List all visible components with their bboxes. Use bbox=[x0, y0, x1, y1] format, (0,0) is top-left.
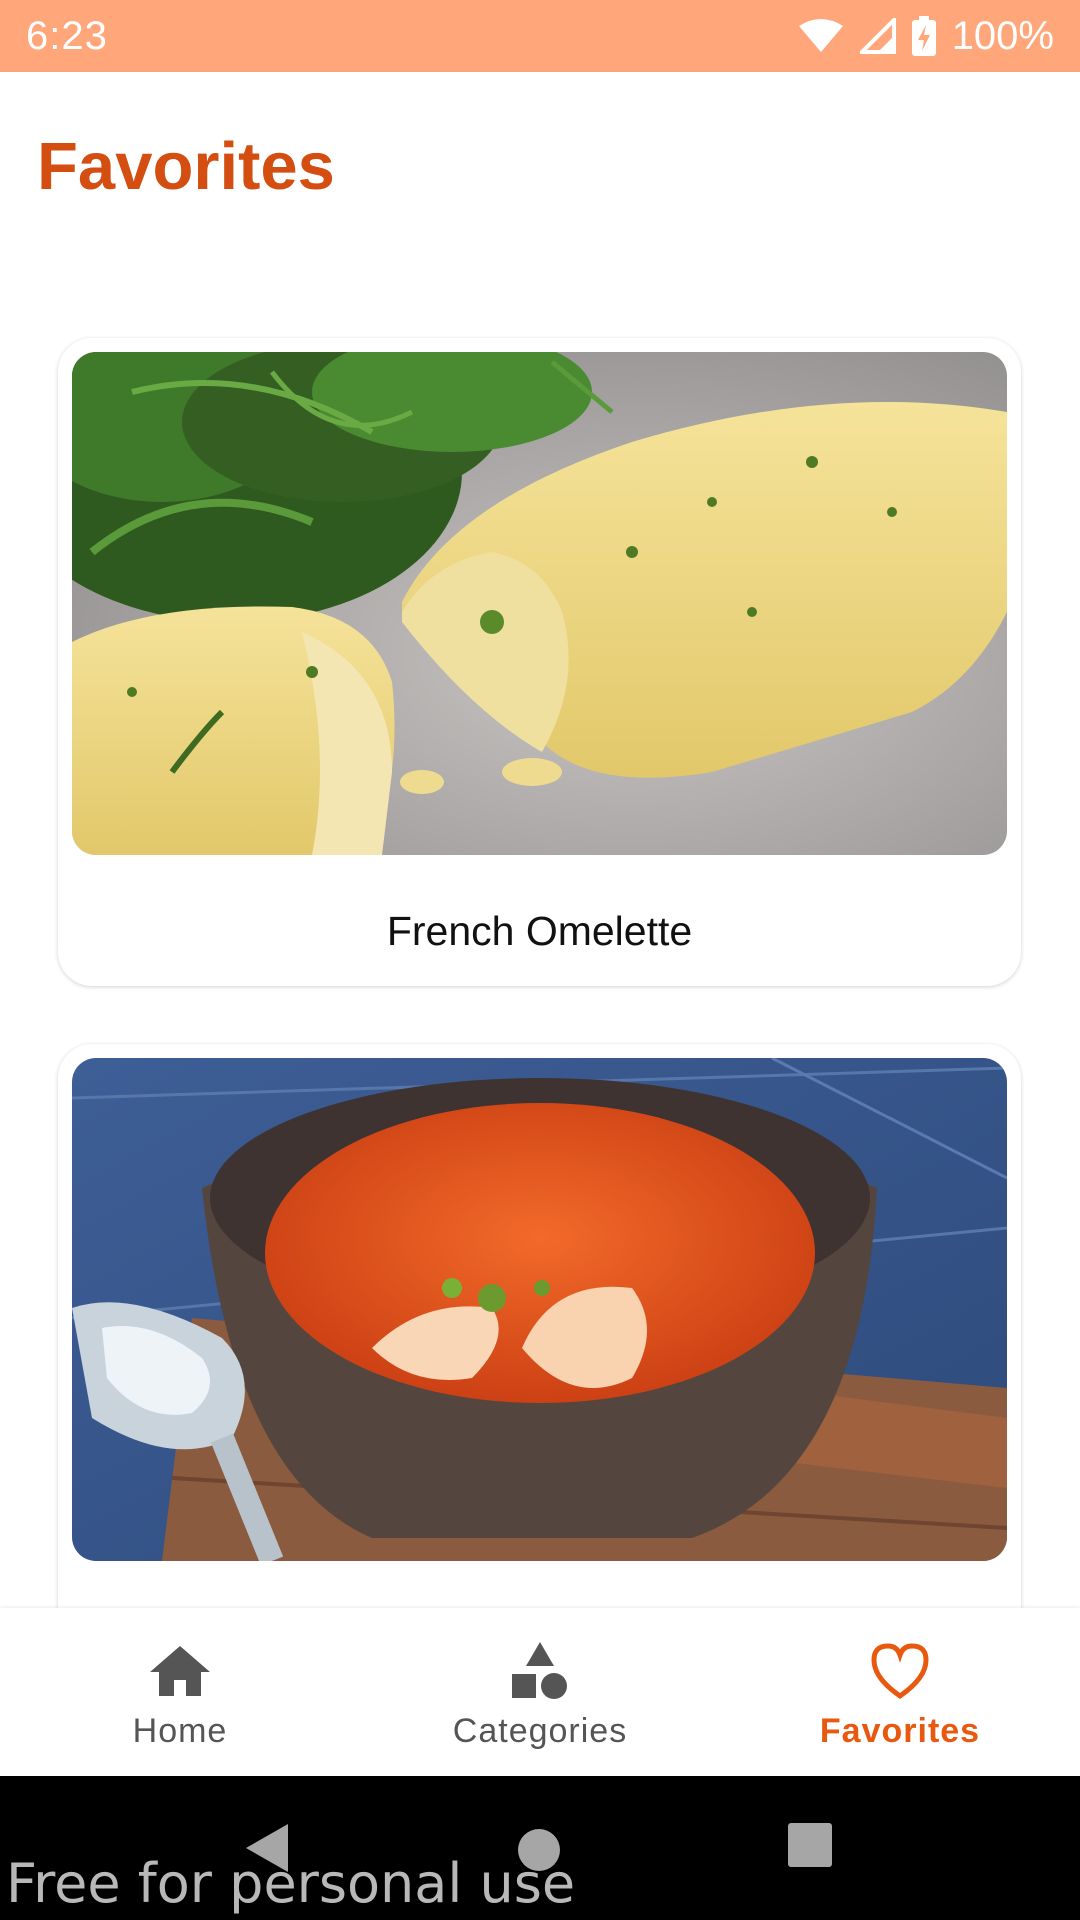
app-bar: Favorites bbox=[0, 72, 1080, 252]
recipe-title: French Omelette bbox=[386, 908, 693, 954]
recents-icon[interactable] bbox=[787, 1822, 833, 1868]
page-title: Favorites bbox=[37, 129, 335, 204]
bottom-navigation: Home Categories Favorites bbox=[0, 1608, 1080, 1776]
nav-home[interactable]: Home bbox=[0, 1608, 360, 1776]
nav-label: Categories bbox=[452, 1712, 628, 1750]
recipe-card[interactable] bbox=[58, 1044, 1021, 1608]
nav-label: Home bbox=[132, 1712, 228, 1750]
battery-charging-icon bbox=[911, 16, 936, 56]
status-time: 6:23 bbox=[26, 13, 108, 58]
status-icons: 100% bbox=[798, 14, 1054, 59]
favorites-list[interactable]: French Omelette bbox=[0, 252, 1080, 1608]
recipe-image-soup[interactable] bbox=[72, 1058, 1007, 1561]
recipe-image-omelette[interactable] bbox=[72, 352, 1007, 855]
categories-icon bbox=[512, 1642, 567, 1699]
nav-categories[interactable]: Categories bbox=[360, 1608, 720, 1776]
nav-label: Favorites bbox=[819, 1712, 981, 1750]
recipe-card[interactable]: French Omelette bbox=[58, 338, 1021, 986]
cell-signal-icon bbox=[859, 18, 896, 54]
wifi-icon bbox=[798, 19, 843, 52]
status-bar: 6:23 100% bbox=[0, 0, 1080, 72]
home-icon bbox=[150, 1646, 210, 1696]
watermark: Free for personal use bbox=[6, 1852, 576, 1915]
nav-favorites[interactable]: Favorites bbox=[720, 1608, 1080, 1776]
battery-percent: 100% bbox=[951, 13, 1054, 58]
heart-icon bbox=[871, 1643, 929, 1700]
